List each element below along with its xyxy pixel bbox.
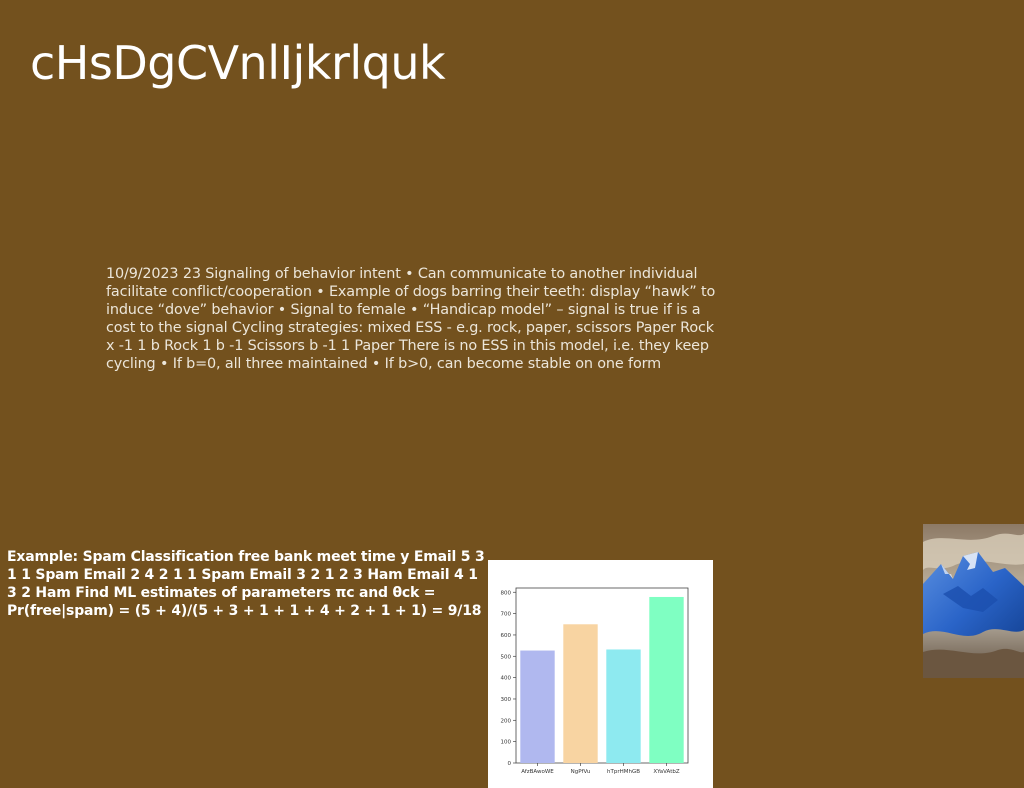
y-tick-label: 400 xyxy=(501,676,512,682)
slide-body-text: 10/9/2023 23 Signaling of behavior inten… xyxy=(106,266,716,372)
bar-1 xyxy=(520,650,555,763)
y-tick-label: 800 xyxy=(501,590,512,596)
x-tick-label: AfzBAwoWE xyxy=(521,769,554,775)
y-tick-label: 500 xyxy=(501,654,512,660)
bar-4 xyxy=(649,596,684,763)
bar-2 xyxy=(563,624,598,763)
y-tick-label: 100 xyxy=(501,740,512,746)
bar-chart-image: 0 100 200 300 400 500 600 700 800 AfzBAwoWE NgPfVu… xyxy=(488,560,713,788)
y-tick-label: 300 xyxy=(501,697,512,703)
y-tick-label: 200 xyxy=(501,718,512,724)
bar-chart: 0 100 200 300 400 500 600 700 800 AfzBAwoWE NgPfVu… xyxy=(501,587,689,775)
mountain-photo xyxy=(923,524,1024,678)
x-tick-label: hTprHMhGB xyxy=(607,769,640,775)
slide-title: cHsDgCVnlIjkrlquk xyxy=(30,36,446,90)
spam-example-text: Example: Spam Classification free bank m… xyxy=(7,549,485,619)
y-tick-label: 0 xyxy=(508,761,512,767)
y-tick-label: 600 xyxy=(501,633,512,639)
y-tick-label: 700 xyxy=(501,612,512,618)
x-tick-label: XYaVAtbZ xyxy=(653,769,679,775)
x-tick-label: NgPfVu xyxy=(571,769,591,775)
bar-3 xyxy=(606,649,641,763)
